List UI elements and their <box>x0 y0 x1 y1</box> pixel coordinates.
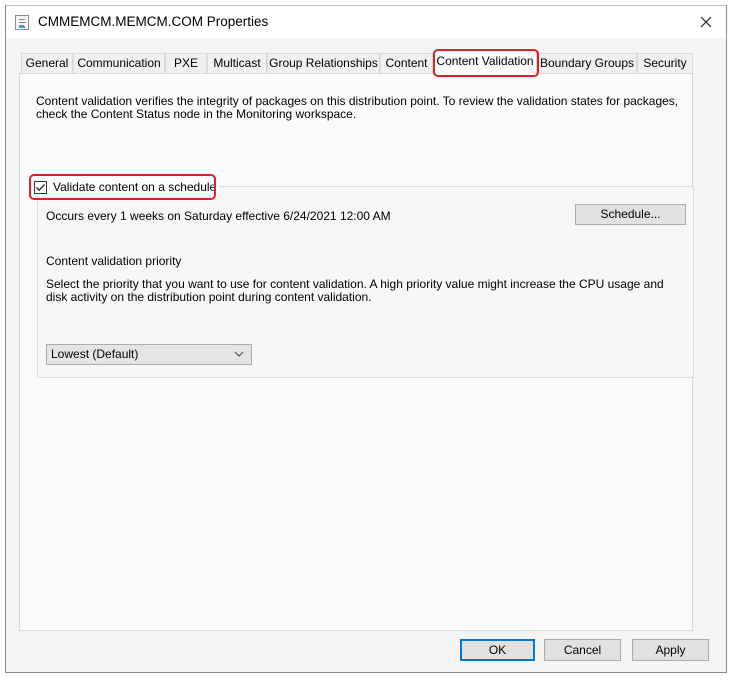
ok-button[interactable]: OK <box>460 639 535 661</box>
validate-schedule-checkbox[interactable] <box>34 180 47 194</box>
schedule-summary: Occurs every 1 weeks on Saturday effecti… <box>46 209 391 223</box>
tab-multicast[interactable]: Multicast <box>207 53 267 74</box>
properties-icon <box>15 15 29 30</box>
title-bar: CMMEMCM.MEMCM.COM Properties <box>6 6 726 38</box>
priority-label: Content validation priority <box>46 254 182 268</box>
tab-content-validation[interactable]: Content Validation <box>433 50 537 75</box>
properties-dialog: CMMEMCM.MEMCM.COM Properties General Com… <box>5 5 727 673</box>
priority-selected-value: Lowest (Default) <box>51 347 139 361</box>
validate-schedule-checkbox-row[interactable]: Validate content on a schedule <box>34 178 220 196</box>
content-validation-panel: Content validation verifies the integrit… <box>19 73 694 631</box>
checkmark-icon <box>36 183 45 191</box>
tab-pxe[interactable]: PXE <box>165 53 207 74</box>
cancel-button[interactable]: Cancel <box>544 639 621 661</box>
close-icon <box>700 16 712 28</box>
description-text: Content validation verifies the integrit… <box>36 94 679 121</box>
validate-schedule-label: Validate content on a schedule <box>53 180 217 194</box>
schedule-button[interactable]: Schedule... <box>575 204 686 225</box>
priority-description: Select the priority that you want to use… <box>46 277 664 304</box>
tab-group-relationships[interactable]: Group Relationships <box>267 53 380 74</box>
priority-select[interactable]: Lowest (Default) <box>46 344 252 365</box>
tab-boundary-groups[interactable]: Boundary Groups <box>537 53 637 74</box>
tab-general[interactable]: General <box>21 53 73 74</box>
tab-communication[interactable]: Communication <box>73 53 165 74</box>
close-button[interactable] <box>692 8 720 36</box>
schedule-group: Occurs every 1 weeks on Saturday effecti… <box>37 186 694 378</box>
apply-button[interactable]: Apply <box>632 639 709 661</box>
tab-security[interactable]: Security <box>637 53 693 74</box>
window-title: CMMEMCM.MEMCM.COM Properties <box>38 14 269 29</box>
tab-content[interactable]: Content <box>380 53 433 74</box>
chevron-down-icon <box>234 351 244 357</box>
